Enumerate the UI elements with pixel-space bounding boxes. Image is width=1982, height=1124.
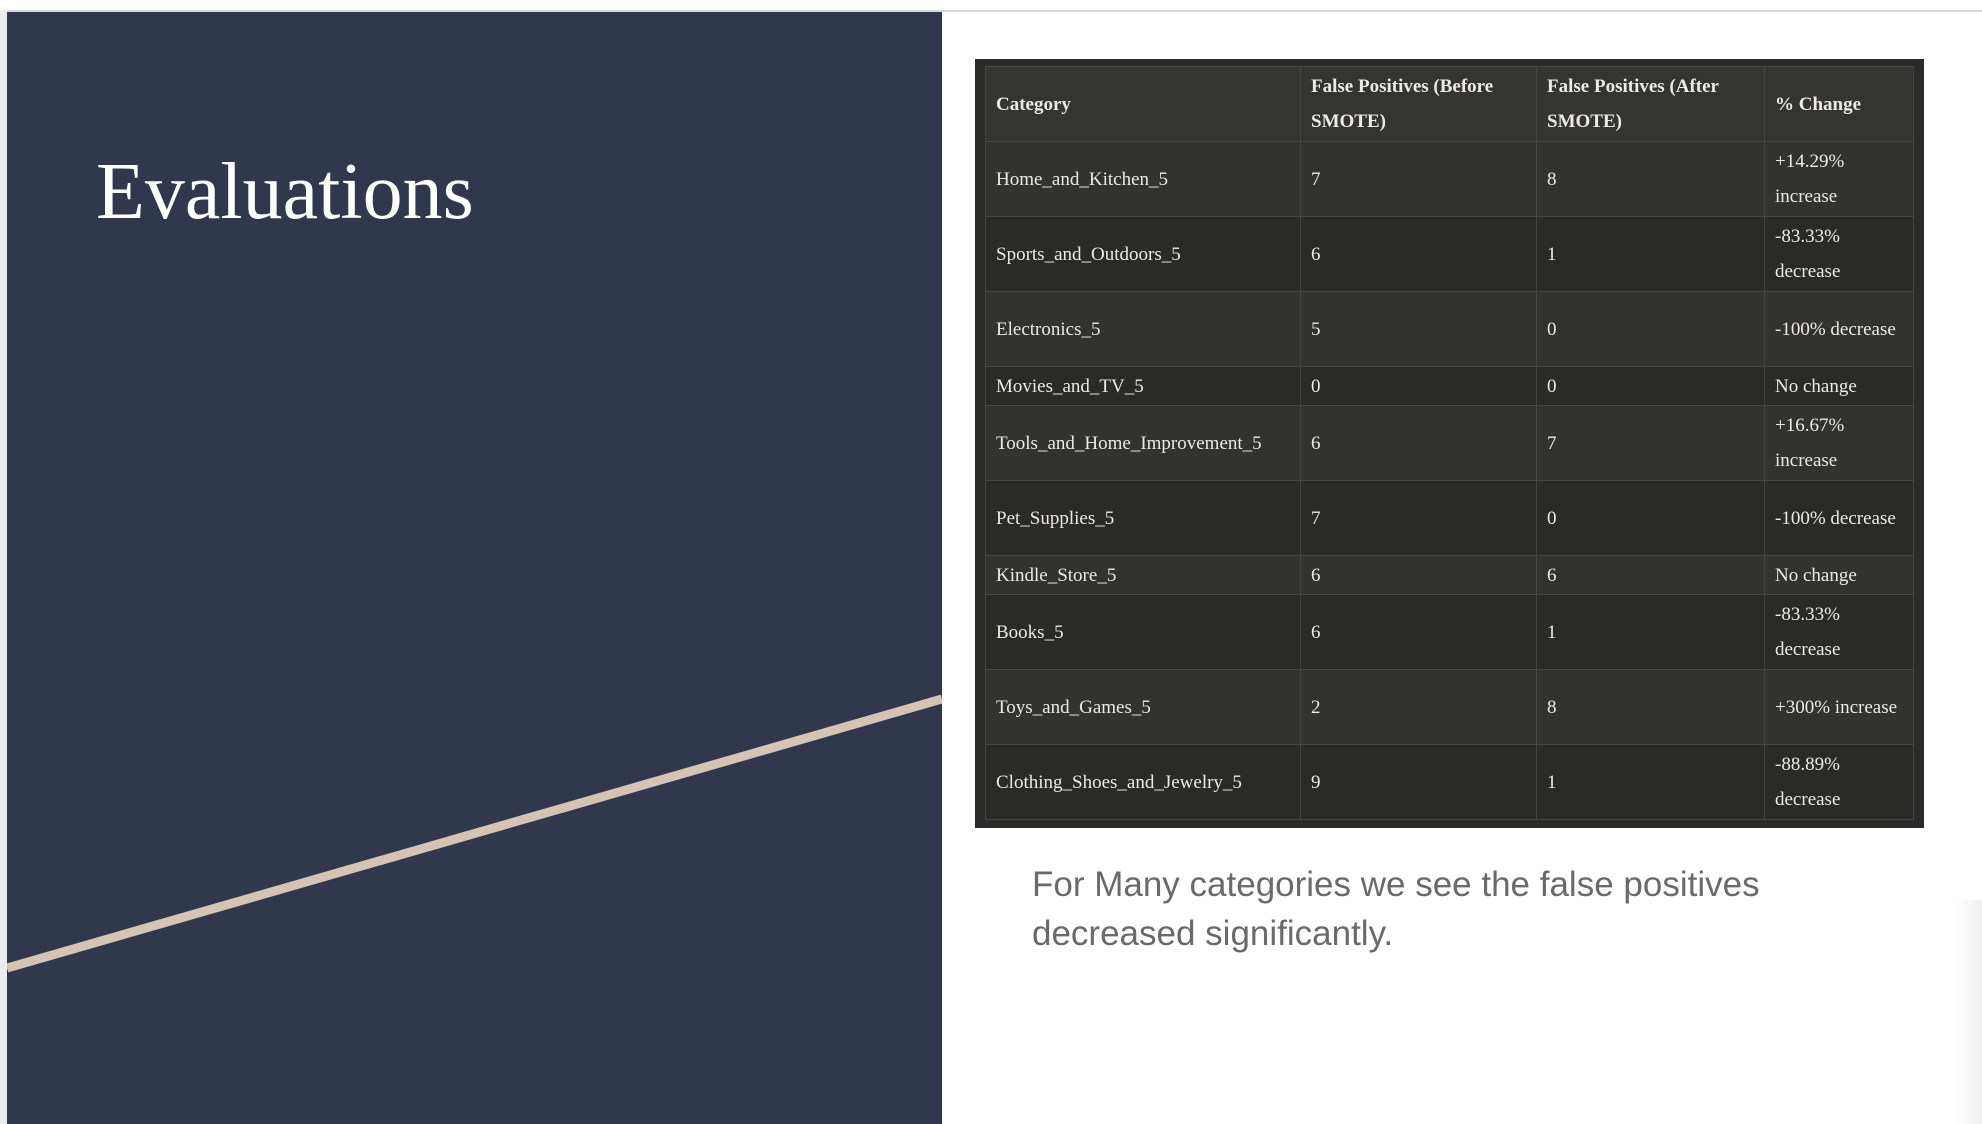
cell-percent-change: -83.33% decrease <box>1764 594 1914 670</box>
table-row: Home_and_Kitchen_5 7 8 +14.29% increase <box>985 141 1914 217</box>
cell-after-smote: 0 <box>1536 291 1765 367</box>
cell-percent-change: No change <box>1764 366 1914 406</box>
cell-before-smote: 6 <box>1300 555 1537 595</box>
slide-caption: For Many categories we see the false pos… <box>1032 865 1760 953</box>
title-panel: Evaluations <box>7 12 942 1124</box>
accent-line <box>7 694 942 973</box>
table-row: Books_5 6 1 -83.33% decrease <box>985 594 1914 670</box>
false-positives-table-container: Category False Positives (Before SMOTE) … <box>975 59 1924 828</box>
cell-before-smote: 0 <box>1300 366 1537 406</box>
table-row: Kindle_Store_5 6 6 No change <box>985 555 1914 595</box>
cell-category: Sports_and_Outdoors_5 <box>985 216 1301 292</box>
cell-before-smote: 6 <box>1300 405 1537 481</box>
header-category: Category <box>985 66 1301 142</box>
cell-category: Pet_Supplies_5 <box>985 480 1301 556</box>
cell-after-smote: 1 <box>1536 594 1765 670</box>
table-row: Tools_and_Home_Improvement_5 6 7 +16.67% in… <box>985 405 1914 481</box>
cell-after-smote: 1 <box>1536 744 1765 820</box>
cell-after-smote: 1 <box>1536 216 1765 292</box>
cell-percent-change: +300% increase <box>1764 669 1914 745</box>
header-after-smote: False Positives (After SMOTE) <box>1536 66 1765 142</box>
table-row: Movies_and_TV_5 0 0 No change <box>985 366 1914 406</box>
cell-category: Electronics_5 <box>985 291 1301 367</box>
cell-category: Home_and_Kitchen_5 <box>985 141 1301 217</box>
cell-before-smote: 6 <box>1300 216 1537 292</box>
table-header-row: Category False Positives (Before SMOTE) … <box>985 66 1914 142</box>
cell-category: Toys_and_Games_5 <box>985 669 1301 745</box>
cell-before-smote: 6 <box>1300 594 1537 670</box>
table-row: Toys_and_Games_5 2 8 +300% increase <box>985 669 1914 745</box>
left-edge-strip <box>0 10 7 1124</box>
cell-before-smote: 2 <box>1300 669 1537 745</box>
header-percent-change: % Change <box>1764 66 1914 142</box>
cell-category: Tools_and_Home_Improvement_5 <box>985 405 1301 481</box>
table-row: Electronics_5 5 0 -100% decrease <box>985 291 1914 367</box>
false-positives-table: Category False Positives (Before SMOTE) … <box>985 66 1914 820</box>
cell-category: Clothing_Shoes_and_Jewelry_5 <box>985 744 1301 820</box>
cell-category: Kindle_Store_5 <box>985 555 1301 595</box>
slide: Evaluations Category False Positives (Be… <box>0 0 1982 1124</box>
cell-before-smote: 7 <box>1300 141 1537 217</box>
cell-category: Movies_and_TV_5 <box>985 366 1301 406</box>
accent-diagonal-line <box>7 694 942 973</box>
cell-after-smote: 0 <box>1536 366 1765 406</box>
table-row: Pet_Supplies_5 7 0 -100% decrease <box>985 480 1914 556</box>
cell-before-smote: 9 <box>1300 744 1537 820</box>
cell-after-smote: 8 <box>1536 141 1765 217</box>
cell-percent-change: No change <box>1764 555 1914 595</box>
cell-after-smote: 0 <box>1536 480 1765 556</box>
cell-percent-change: -100% decrease <box>1764 291 1914 367</box>
cell-percent-change: -100% decrease <box>1764 480 1914 556</box>
table-row: Clothing_Shoes_and_Jewelry_5 9 1 -88.89% de… <box>985 744 1914 820</box>
table-row: Sports_and_Outdoors_5 6 1 -83.33% decrease <box>985 216 1914 292</box>
right-edge-shadow <box>1956 900 1982 1124</box>
cell-after-smote: 7 <box>1536 405 1765 481</box>
cell-before-smote: 7 <box>1300 480 1537 556</box>
cell-before-smote: 5 <box>1300 291 1537 367</box>
cell-after-smote: 8 <box>1536 669 1765 745</box>
cell-percent-change: +14.29% increase <box>1764 141 1914 217</box>
cell-percent-change: -83.33% decrease <box>1764 216 1914 292</box>
cell-percent-change: +16.67% increase <box>1764 405 1914 481</box>
cell-percent-change: -88.89% decrease <box>1764 744 1914 820</box>
cell-category: Books_5 <box>985 594 1301 670</box>
header-before-smote: False Positives (Before SMOTE) <box>1300 66 1537 142</box>
cell-after-smote: 6 <box>1536 555 1765 595</box>
